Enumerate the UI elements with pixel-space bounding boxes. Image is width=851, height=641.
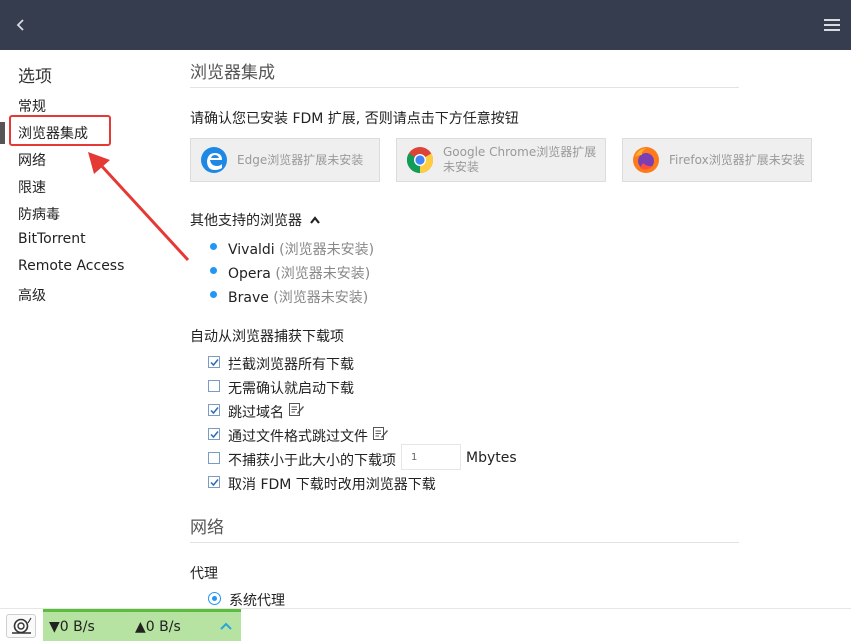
checkbox-min-size[interactable] bbox=[208, 452, 220, 464]
checkmark-icon bbox=[210, 479, 219, 487]
checkbox-skip-domains[interactable] bbox=[208, 404, 220, 416]
checkbox-fallback-browser[interactable] bbox=[208, 476, 220, 488]
upload-speed-value: 0 B/s bbox=[145, 619, 181, 635]
min-size-input[interactable] bbox=[401, 444, 461, 470]
other-browsers-toggle[interactable]: 其他支持的浏览器 bbox=[190, 210, 321, 230]
checkbox-start-without-confirm[interactable] bbox=[208, 380, 220, 392]
browser-status: (浏览器未安装) bbox=[273, 290, 369, 306]
chevron-up-icon bbox=[310, 216, 321, 224]
bullet-icon bbox=[210, 291, 217, 298]
browser-list-item-opera: Opera (浏览器未安装) bbox=[228, 263, 370, 283]
section-divider bbox=[190, 542, 739, 543]
edge-extension-label: Edge浏览器扩展未安装 bbox=[237, 152, 364, 167]
firefox-extension-button[interactable]: Firefox浏览器扩展未安装 bbox=[622, 138, 812, 182]
speed-indicator: ▼0 B/s ▲0 B/s bbox=[43, 609, 241, 641]
checkmark-icon bbox=[210, 359, 219, 367]
browser-name: Vivaldi bbox=[228, 242, 275, 258]
download-speed: ▼0 B/s bbox=[49, 619, 95, 635]
section-divider bbox=[190, 87, 739, 88]
settings-content: 浏览器集成 请确认您已安装 FDM 扩展, 否则请点击下方任意按钮 Edge浏览… bbox=[0, 50, 851, 608]
firefox-extension-label: Firefox浏览器扩展未安装 bbox=[669, 152, 805, 167]
edge-icon bbox=[201, 147, 227, 173]
edit-icon[interactable] bbox=[372, 425, 388, 441]
menu-button[interactable] bbox=[822, 15, 842, 35]
browser-name: Opera bbox=[228, 266, 271, 282]
upload-speed: ▲0 B/s bbox=[135, 619, 181, 635]
browser-list-item-vivaldi: Vivaldi (浏览器未安装) bbox=[228, 239, 374, 259]
capture-section-label: 自动从浏览器捕获下载项 bbox=[190, 329, 344, 345]
upload-arrow-icon: ▲ bbox=[135, 619, 146, 635]
option-start-without-confirm-label: 无需确认就启动下载 bbox=[228, 381, 354, 397]
proxy-label: 代理 bbox=[190, 566, 218, 582]
checkbox-intercept-all[interactable] bbox=[208, 356, 220, 368]
back-button[interactable] bbox=[10, 13, 32, 37]
hamburger-icon bbox=[824, 19, 840, 31]
option-skip-file-types-label: 通过文件格式跳过文件 bbox=[228, 429, 368, 445]
min-size-unit: Mbytes bbox=[466, 450, 517, 466]
browser-list-item-brave: Brave (浏览器未安装) bbox=[228, 287, 368, 307]
option-intercept-all-label: 拦截浏览器所有下载 bbox=[228, 357, 354, 373]
extension-prompt: 请确认您已安装 FDM 扩展, 否则请点击下方任意按钮 bbox=[190, 111, 519, 127]
edge-extension-button[interactable]: Edge浏览器扩展未安装 bbox=[190, 138, 380, 182]
chrome-icon bbox=[406, 147, 434, 174]
radio-system-proxy[interactable] bbox=[208, 592, 221, 605]
firefox-icon bbox=[633, 147, 659, 173]
edit-icon[interactable] bbox=[288, 401, 304, 417]
system-proxy-label: 系统代理 bbox=[229, 593, 285, 608]
other-browsers-label: 其他支持的浏览器 bbox=[190, 213, 302, 229]
chrome-extension-button[interactable]: Google Chrome浏览器扩展未安装 bbox=[396, 138, 606, 182]
bullet-icon bbox=[210, 267, 217, 274]
option-fallback-browser-label: 取消 FDM 下载时改用浏览器下载 bbox=[228, 477, 436, 493]
chevron-left-icon bbox=[16, 19, 24, 31]
checkbox-skip-file-types[interactable] bbox=[208, 428, 220, 440]
chrome-extension-label: Google Chrome浏览器扩展未安装 bbox=[443, 145, 597, 174]
chevron-up-icon[interactable] bbox=[219, 620, 233, 632]
checkmark-icon bbox=[210, 431, 219, 439]
browser-status: (浏览器未安装) bbox=[275, 266, 371, 282]
option-skip-domains-label: 跳过域名 bbox=[228, 405, 284, 421]
status-bar: ▼0 B/s ▲0 B/s bbox=[0, 608, 851, 641]
download-speed-value: 0 B/s bbox=[59, 619, 95, 635]
section-title-network: 网络 bbox=[190, 518, 224, 538]
browser-status: (浏览器未安装) bbox=[279, 242, 375, 258]
download-arrow-icon: ▼ bbox=[49, 619, 60, 635]
section-title-browser-integration: 浏览器集成 bbox=[190, 63, 275, 83]
checkmark-icon bbox=[210, 407, 219, 415]
browser-name: Brave bbox=[228, 290, 269, 306]
option-min-size-label: 不捕获小于此大小的下载项 bbox=[228, 453, 396, 469]
bullet-icon bbox=[210, 243, 217, 250]
snail-icon bbox=[12, 617, 32, 634]
speed-mode-button[interactable] bbox=[6, 614, 36, 638]
top-bar bbox=[0, 0, 851, 50]
